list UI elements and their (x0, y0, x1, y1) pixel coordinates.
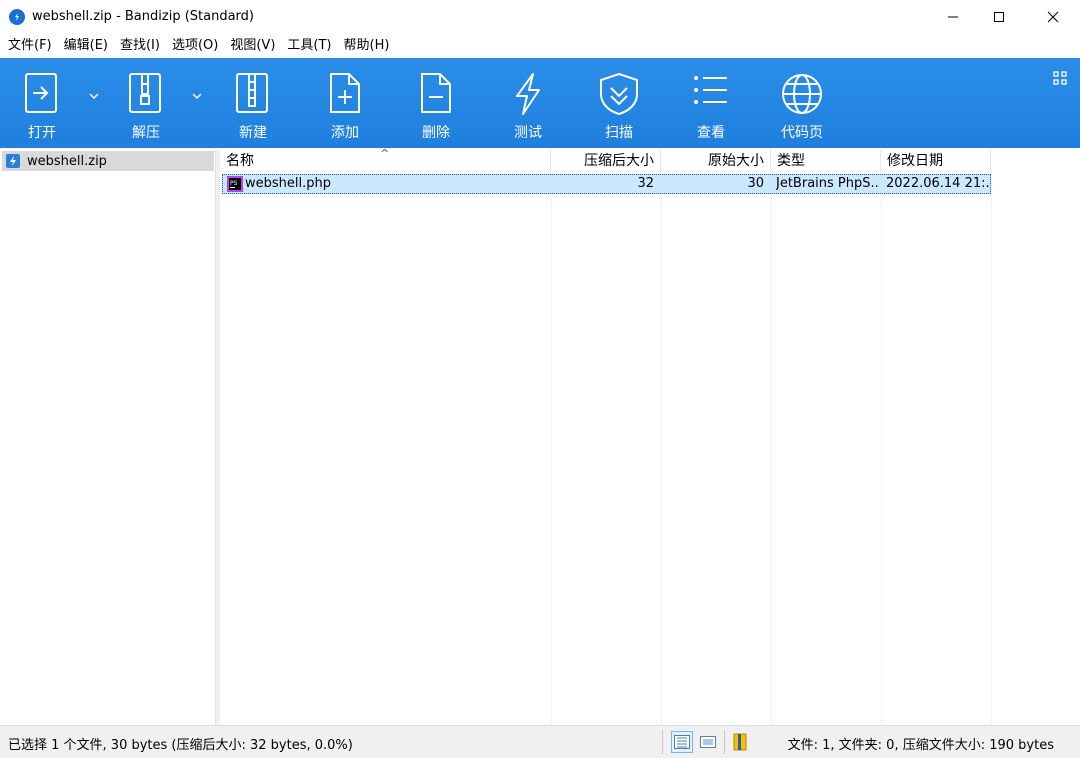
menu-find[interactable]: 查找(I) (114, 34, 166, 58)
menu-options[interactable]: 选项(O) (166, 34, 224, 58)
extract-button[interactable]: 解压 (106, 58, 186, 148)
column-modified-label: 修改日期 (887, 153, 943, 169)
new-button[interactable]: 新建 (213, 58, 293, 148)
tree-item-root-archive[interactable]: webshell.zip (2, 151, 214, 171)
phpstorm-file-icon: PS (227, 176, 243, 192)
add-file-icon (330, 73, 360, 113)
scan-label: 扫描 (605, 125, 633, 141)
column-divider (661, 172, 662, 725)
status-divider (662, 730, 663, 754)
extract-dropdown-chevron-icon[interactable] (189, 88, 205, 104)
extract-label: 解压 (132, 125, 160, 141)
column-type-label: 类型 (777, 153, 805, 169)
delete-file-icon (421, 73, 451, 113)
codepage-label: 代码页 (781, 125, 823, 141)
status-divider (724, 730, 725, 754)
minimize-icon (948, 16, 958, 18)
open-archive-icon (25, 73, 57, 113)
maximize-icon (994, 12, 1004, 22)
menu-tools[interactable]: 工具(T) (281, 34, 337, 58)
status-summary: 文件: 1, 文件夹: 0, 压缩文件大小: 190 bytes (787, 738, 1054, 753)
preview-view-button[interactable] (697, 731, 719, 753)
folder-tree: webshell.zip (0, 150, 216, 725)
shield-scan-icon (600, 72, 638, 116)
table-row[interactable]: PS webshell.php 32 30 JetBrains PhpS... … (222, 174, 991, 194)
window-title: webshell.zip - Bandizip (Standard) (32, 9, 254, 24)
column-name-label: 名称 (226, 153, 254, 169)
open-button[interactable]: 打开 (2, 58, 82, 148)
archive-info-button[interactable] (729, 731, 751, 753)
lightning-test-icon (516, 73, 540, 115)
codepage-button[interactable]: 代码页 (762, 58, 842, 148)
globe-icon (782, 74, 822, 114)
archive-book-icon (733, 733, 747, 751)
maximize-button[interactable] (976, 0, 1022, 34)
column-divider (881, 172, 882, 725)
new-archive-icon (236, 73, 268, 113)
svg-text:PS: PS (230, 180, 238, 187)
delete-button[interactable]: 删除 (396, 58, 476, 148)
column-header-type[interactable]: 类型 (771, 150, 881, 172)
column-packed-label: 压缩后大小 (584, 153, 654, 169)
file-list: 名称 ^ 压缩后大小 原始大小 类型 修改日期 PS webshell.php … (220, 147, 1080, 725)
column-divider (991, 172, 992, 725)
menu-help[interactable]: 帮助(H) (338, 34, 396, 58)
toolbar: 打开 解压 新建 添加 删除 测试 扫描 查看 代码页 (0, 58, 1080, 148)
open-dropdown-chevron-icon[interactable] (86, 88, 102, 104)
menu-file[interactable]: 文件(F) (2, 34, 58, 58)
title-bar: webshell.zip - Bandizip (Standard) (0, 0, 1080, 34)
status-selection: 已选择 1 个文件, 30 bytes (压缩后大小: 32 bytes, 0.… (8, 738, 353, 753)
view-button[interactable]: 查看 (671, 58, 751, 148)
status-bar: 已选择 1 个文件, 30 bytes (压缩后大小: 32 bytes, 0.… (0, 725, 1080, 758)
zip-archive-icon (6, 154, 20, 168)
view-label: 查看 (697, 125, 725, 141)
sort-ascending-caret-icon: ^ (380, 147, 390, 160)
column-divider (551, 172, 552, 725)
menu-view[interactable]: 视图(V) (224, 34, 281, 58)
column-header-original-size[interactable]: 原始大小 (661, 150, 771, 172)
close-icon (1047, 11, 1059, 23)
delete-label: 删除 (422, 125, 450, 141)
menu-edit[interactable]: 编辑(E) (58, 34, 114, 58)
file-type: JetBrains PhpS... (776, 176, 880, 191)
add-button[interactable]: 添加 (305, 58, 385, 148)
column-header-packed-size[interactable]: 压缩后大小 (551, 150, 661, 172)
details-view-icon (674, 735, 690, 749)
test-button[interactable]: 测试 (488, 58, 568, 148)
file-original-size: 30 (747, 176, 764, 191)
close-button[interactable] (1030, 0, 1076, 34)
new-label: 新建 (239, 125, 267, 141)
bandizip-app-icon (9, 9, 25, 25)
preview-pane-icon (700, 736, 716, 748)
column-divider (771, 172, 772, 725)
test-label: 测试 (514, 125, 542, 141)
details-view-button[interactable] (671, 731, 693, 753)
file-packed-size: 32 (637, 176, 654, 191)
column-original-label: 原始大小 (708, 153, 764, 169)
file-name: webshell.php (245, 176, 331, 191)
toolbar-layout-grid-icon[interactable] (1052, 70, 1068, 86)
extract-zipper-icon (129, 73, 161, 113)
menu-bar: 文件(F) 编辑(E) 查找(I) 选项(O) 视图(V) 工具(T) 帮助(H… (0, 34, 1080, 58)
tree-item-label: webshell.zip (27, 153, 107, 169)
open-label: 打开 (28, 125, 56, 141)
minimize-button[interactable] (930, 0, 976, 34)
file-modified: 2022.06.14 21:... (886, 176, 990, 191)
column-header-modified[interactable]: 修改日期 (881, 150, 991, 172)
list-view-icon (694, 76, 727, 104)
scan-button[interactable]: 扫描 (579, 58, 659, 148)
add-label: 添加 (331, 125, 359, 141)
